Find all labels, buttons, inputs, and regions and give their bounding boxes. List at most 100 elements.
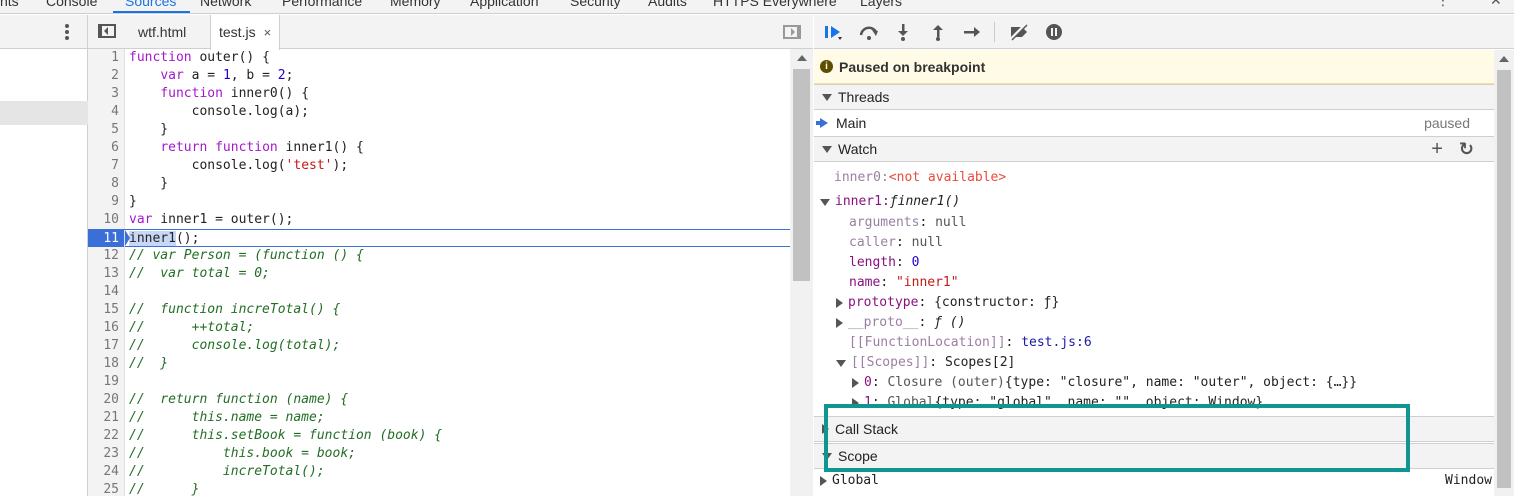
scope-global[interactable]: Global Window	[814, 469, 1494, 493]
navigator-header	[0, 15, 87, 49]
tab-https-everywhere[interactable]: HTTPS Everywhere	[713, 0, 837, 9]
code-line[interactable]: 25// }	[88, 481, 790, 496]
tab-layers[interactable]: Layers	[860, 0, 902, 9]
watch-prop-proto[interactable]: __proto__: ƒ ()	[814, 313, 1494, 333]
code-line[interactable]: 4 console.log(a);	[88, 103, 790, 121]
tab-application[interactable]: Application	[470, 0, 539, 9]
step-into-icon[interactable]	[892, 23, 914, 41]
watch-prop-scopes[interactable]: [[Scopes]]: Scopes[2]	[814, 353, 1494, 373]
scroll-thumb[interactable]	[793, 69, 810, 281]
toggle-navigator-icon[interactable]	[98, 24, 116, 38]
navigator-pane	[0, 15, 88, 496]
code-line[interactable]: 23// this.book = book;	[88, 445, 790, 463]
navigator-menu-icon[interactable]	[62, 22, 72, 42]
tab-network[interactable]: Network	[200, 0, 251, 9]
scope-entry-closure[interactable]: 0: Closure (outer) {type: "closure", nam…	[814, 373, 1494, 393]
tab-console[interactable]: Console	[46, 0, 97, 9]
tab-memory[interactable]: Memory	[390, 0, 441, 9]
active-tab-underline	[113, 11, 190, 13]
close-tab-icon[interactable]: ×	[264, 25, 272, 40]
editor-tab-test-js[interactable]: test.js ×	[210, 15, 281, 50]
watch-list: inner0: <not available> inner1: ƒ inner1…	[814, 162, 1494, 413]
tab-performance[interactable]: Performance	[282, 0, 362, 9]
current-thread-icon	[816, 118, 828, 128]
watch-prop-arguments[interactable]: arguments: null	[814, 213, 1494, 233]
watch-item-inner1[interactable]: inner1: ƒ inner1()	[814, 191, 1494, 213]
add-watch-icon[interactable]: +	[1431, 139, 1443, 159]
editor-tab-label: wtf.html	[138, 24, 187, 40]
watch-prop-prototype[interactable]: prototype: {constructor: ƒ}	[814, 293, 1494, 313]
code-line[interactable]: 20// return function (name) {	[88, 391, 790, 409]
debugger-toolbar	[814, 15, 1514, 49]
thread-status: paused	[1424, 115, 1470, 131]
code-line[interactable]: 16// ++total;	[88, 319, 790, 337]
thread-name: Main	[836, 115, 867, 131]
collapse-triangle-icon	[836, 318, 843, 328]
code-line[interactable]: 19	[88, 373, 790, 391]
tab-sources[interactable]: Sources	[125, 0, 176, 9]
editor-tab-bar: wtf.html test.js ×	[88, 15, 813, 50]
editor-scrollbar[interactable]	[790, 49, 813, 496]
code-line[interactable]: 7 console.log('test');	[88, 157, 790, 175]
code-line[interactable]: 6 return function inner1() {	[88, 139, 790, 157]
editor-tab-wtf-html[interactable]: wtf.html	[130, 15, 194, 49]
source-link[interactable]: test.js:6	[1021, 333, 1091, 353]
code-line[interactable]: 1 function outer() {	[88, 49, 790, 67]
collapse-triangle-icon	[820, 476, 827, 486]
step-over-icon[interactable]	[858, 23, 880, 41]
resume-icon[interactable]	[822, 23, 844, 41]
scroll-thumb[interactable]	[1497, 70, 1511, 488]
code-area[interactable]: 1 function outer() { 2 var a = 1, b = 2; …	[88, 49, 790, 496]
threads-header[interactable]: Threads	[814, 84, 1494, 110]
tab-elements[interactable]: nts	[0, 0, 19, 9]
deactivate-breakpoints-icon[interactable]	[1008, 23, 1030, 41]
code-line[interactable]: 9}	[88, 193, 790, 211]
code-line[interactable]: 5 }	[88, 121, 790, 139]
code-line[interactable]: 17// console.log(total);	[88, 337, 790, 355]
debugger-sidebar: i Paused on breakpoint Threads Main paus…	[814, 15, 1514, 496]
watch-prop-caller[interactable]: caller: null	[814, 233, 1494, 253]
code-line[interactable]: 14	[88, 283, 790, 301]
watch-header[interactable]: Watch + ↻	[814, 136, 1494, 162]
toolbar-separator	[994, 22, 995, 42]
code-line[interactable]: 8 }	[88, 175, 790, 193]
collapse-triangle-icon	[836, 298, 843, 308]
pause-on-exceptions-icon[interactable]	[1043, 23, 1065, 41]
info-icon: i	[820, 60, 833, 73]
watch-prop-name[interactable]: name: "inner1"	[814, 273, 1494, 293]
close-icon[interactable]: ✕	[1490, 0, 1502, 9]
source-editor: wtf.html test.js × 1 function outer() { 2 …	[88, 15, 813, 496]
debugger-scrollbar[interactable]	[1494, 50, 1514, 496]
code-line[interactable]: 18// }	[88, 355, 790, 373]
scope-object-preview: {type: "closure", name: "outer", object:…	[1004, 375, 1358, 390]
scroll-up-icon[interactable]	[797, 55, 807, 61]
thread-main[interactable]: Main paused	[814, 110, 1494, 136]
refresh-watch-icon[interactable]: ↻	[1459, 140, 1474, 158]
code-line[interactable]: 15// function increTotal() {	[88, 301, 790, 319]
watch-item-inner0[interactable]: inner0: <not available>	[814, 165, 1494, 191]
tab-security[interactable]: Security	[570, 0, 621, 9]
step-icon[interactable]	[961, 23, 983, 41]
breakpoint-line-number[interactable]: 11	[88, 230, 125, 248]
code-line[interactable]: 13// var total = 0;	[88, 265, 790, 283]
more-icon[interactable]: ⋮	[1436, 0, 1451, 9]
code-line[interactable]: 10 var inner1 = outer();	[88, 211, 790, 229]
code-line[interactable]: 12// var Person = (function () {	[88, 247, 790, 265]
scroll-up-icon[interactable]	[1499, 56, 1509, 62]
expand-triangle-icon	[822, 93, 832, 101]
code-line[interactable]: 24// increTotal();	[88, 463, 790, 481]
execution-line[interactable]: 11 inner1();	[88, 229, 790, 248]
code-line[interactable]: 22// this.setBook = function (book) {	[88, 427, 790, 445]
tab-audits[interactable]: Audits	[648, 0, 687, 9]
toggle-debugger-icon[interactable]	[783, 25, 801, 39]
code-line[interactable]: 3 function inner0() {	[88, 85, 790, 103]
code-line[interactable]: 21// this.name = name;	[88, 409, 790, 427]
navigator-selected-item[interactable]	[0, 101, 88, 125]
paused-banner: i Paused on breakpoint	[814, 50, 1494, 84]
watch-prop-length[interactable]: length: 0	[814, 253, 1494, 273]
step-out-icon[interactable]	[927, 23, 949, 41]
paused-message: Paused on breakpoint	[839, 58, 986, 75]
watch-prop-function-location[interactable]: [[FunctionLocation]]: test.js:6	[814, 333, 1494, 353]
code-line[interactable]: 2 var a = 1, b = 2;	[88, 67, 790, 85]
expand-triangle-icon	[820, 198, 830, 206]
